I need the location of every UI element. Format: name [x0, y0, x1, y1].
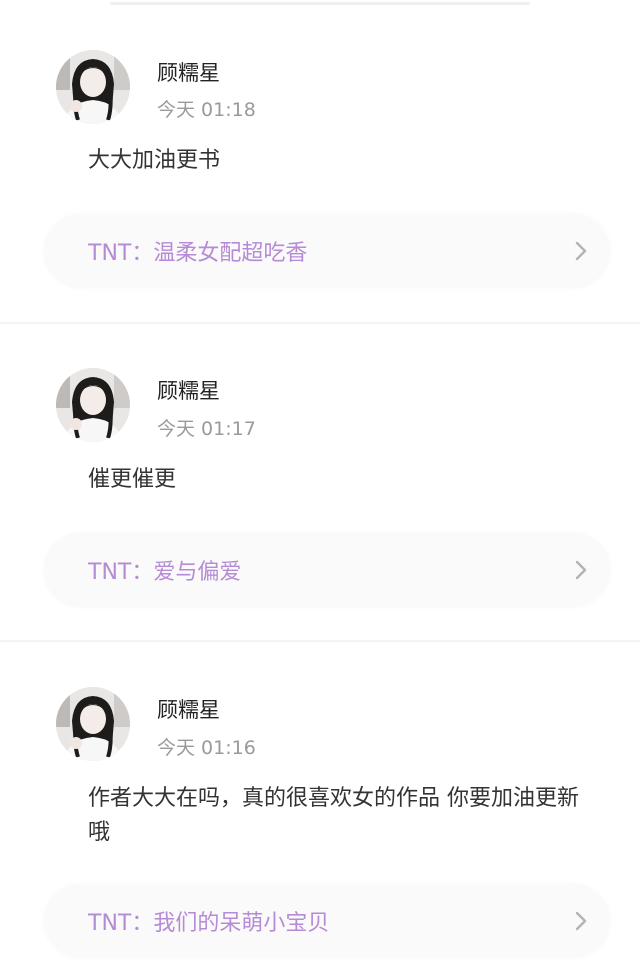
username[interactable]: 顾糯星 — [157, 57, 220, 87]
chevron-right-icon — [575, 560, 587, 580]
book-title: TNT：我们的呆萌小宝贝 — [88, 911, 330, 936]
comment-divider — [0, 640, 640, 642]
comment-feed: 顾糯星 今天 01:18 大大加油更书 TNT：温柔女配超吃香 顾糯星 今天 0… — [0, 0, 640, 978]
comment-text: 催更催更 — [88, 467, 177, 492]
avatar[interactable] — [56, 687, 130, 761]
avatar-photo-icon — [56, 687, 130, 761]
comment-time: 今天 01:16 — [157, 737, 256, 759]
avatar-photo-icon — [56, 50, 130, 124]
username[interactable]: 顾糯星 — [157, 694, 220, 724]
book-title: TNT：爱与偏爱 — [88, 560, 242, 585]
comment-divider — [0, 322, 640, 324]
comment-time: 今天 01:17 — [157, 418, 256, 440]
comment-time: 今天 01:18 — [157, 99, 256, 121]
chevron-right-icon — [575, 911, 587, 931]
top-divider — [110, 2, 530, 5]
book-link-button[interactable]: TNT：温柔女配超吃香 — [44, 214, 610, 288]
comment-text: 大大加油更书 — [88, 148, 221, 173]
avatar-photo-icon — [56, 368, 130, 442]
avatar[interactable] — [56, 50, 130, 124]
avatar[interactable] — [56, 368, 130, 442]
username[interactable]: 顾糯星 — [157, 375, 220, 405]
comment-text: 作者大大在吗，真的很喜欢女的作品 你要加油更新哦 — [88, 786, 579, 845]
book-link-button[interactable]: TNT：爱与偏爱 — [44, 533, 610, 607]
book-link-button[interactable]: TNT：我们的呆萌小宝贝 — [44, 884, 610, 958]
book-title: TNT：温柔女配超吃香 — [88, 241, 308, 266]
chevron-right-icon — [575, 241, 587, 261]
